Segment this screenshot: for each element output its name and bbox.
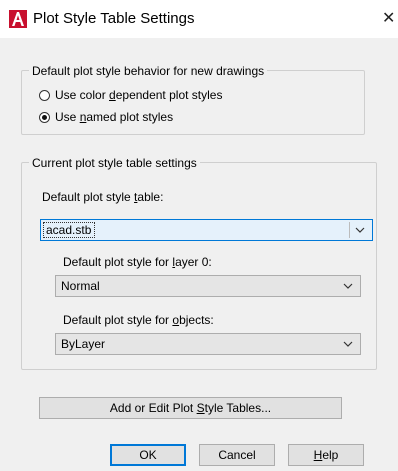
current-settings-legend: Current plot style table settings bbox=[29, 156, 200, 170]
ok-button[interactable]: OK bbox=[110, 444, 186, 466]
add-edit-plot-style-tables-button[interactable]: Add or Edit Plot Style Tables... bbox=[39, 397, 342, 419]
chevron-down-icon[interactable] bbox=[341, 335, 355, 353]
layer0-value: Normal bbox=[61, 279, 100, 293]
objects-label: Default plot style for objects: bbox=[63, 313, 214, 327]
help-button[interactable]: Help bbox=[288, 444, 364, 466]
default-behavior-legend: Default plot style behavior for new draw… bbox=[29, 64, 268, 78]
objects-value: ByLayer bbox=[61, 337, 106, 351]
layer0-label: Default plot style for layer 0: bbox=[63, 255, 212, 269]
default-table-value: acad.stb bbox=[43, 222, 96, 238]
chevron-down-icon[interactable] bbox=[353, 221, 367, 239]
radio-color-dependent-indicator[interactable] bbox=[39, 89, 50, 101]
add-edit-button-label: Add or Edit Plot Style Tables... bbox=[109, 401, 272, 415]
radio-color-dependent[interactable]: Use color dependent plot styles bbox=[39, 87, 222, 103]
title-bar: Plot Style Table Settings ✕ bbox=[0, 0, 398, 38]
radio-named-indicator[interactable] bbox=[39, 111, 50, 123]
cancel-button-label: Cancel bbox=[218, 448, 256, 462]
radio-color-dependent-label: Use color dependent plot styles bbox=[55, 88, 223, 102]
autocad-a-icon bbox=[9, 10, 27, 28]
help-button-label: Help bbox=[313, 448, 339, 462]
chevron-down-icon[interactable] bbox=[341, 277, 355, 295]
default-table-select[interactable]: acad.stb bbox=[40, 219, 373, 241]
radio-named-label: Use named plot styles bbox=[55, 110, 174, 124]
close-icon[interactable]: ✕ bbox=[382, 8, 395, 28]
default-table-label: Default plot style table: bbox=[42, 190, 164, 204]
layer0-select[interactable]: Normal bbox=[55, 275, 361, 297]
window-title: Plot Style Table Settings bbox=[33, 10, 195, 27]
dropdown-separator bbox=[349, 222, 350, 238]
objects-select[interactable]: ByLayer bbox=[55, 333, 361, 355]
ok-button-label: OK bbox=[139, 448, 157, 462]
radio-named[interactable]: Use named plot styles bbox=[39, 109, 173, 125]
cancel-button[interactable]: Cancel bbox=[199, 444, 275, 466]
